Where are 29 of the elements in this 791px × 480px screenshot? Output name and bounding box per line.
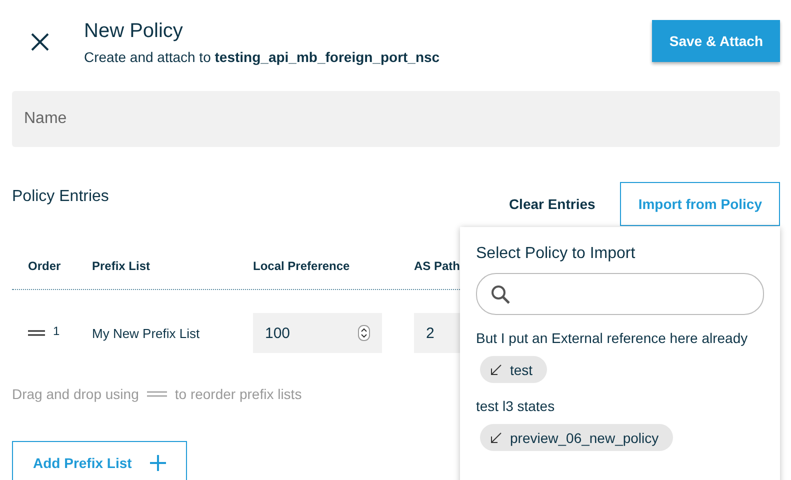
group-label: But I put an External reference here already (476, 329, 749, 348)
name-field[interactable]: Name (12, 91, 780, 147)
local-preference-field[interactable]: 100 (253, 313, 382, 353)
panel-title: Select Policy to Import (476, 245, 636, 263)
section-title: Policy Entries (12, 188, 110, 206)
drag-handle-icon[interactable] (28, 330, 45, 336)
order-number: 1 (53, 324, 60, 338)
search-icon (491, 284, 510, 304)
stepper-icon[interactable] (358, 325, 370, 341)
import-arrow-icon (490, 432, 502, 444)
search-field[interactable] (476, 273, 764, 315)
column-header: Local Preference (253, 258, 351, 272)
as-path-field[interactable]: 2 (414, 313, 460, 353)
clear-entries-button[interactable]: Clear Entries (508, 196, 620, 212)
page-subtitle: Create and attach to testing_api_mb_foreign_port_nsc (84, 49, 441, 65)
prefix-list-cell-text: My New Prefix List (92, 326, 201, 340)
hint-text: Drag and drop using (12, 386, 139, 402)
hint-text: to reorder prefix lists (174, 386, 302, 402)
import-arrow-icon (490, 364, 502, 376)
close-icon[interactable] (31, 33, 49, 51)
group-label: test l3 states (476, 397, 556, 416)
column-header: Prefix List (92, 258, 152, 272)
column-header: Order (27, 258, 62, 272)
column-header: AS Path (414, 258, 460, 272)
plus-icon (150, 455, 166, 471)
policy-chip[interactable]: test (480, 356, 547, 383)
page-title: New Policy (84, 20, 184, 43)
policy-chip[interactable]: preview_06_new_policy (480, 424, 673, 451)
drag-handle-icon (146, 391, 167, 397)
